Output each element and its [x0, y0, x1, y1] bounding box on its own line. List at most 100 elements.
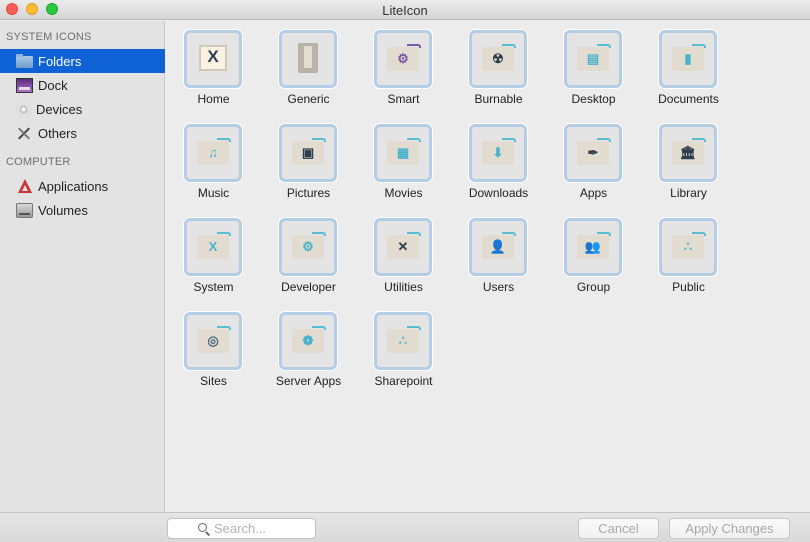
icon-well[interactable]: 👥 [564, 218, 622, 276]
icon-tile-apps[interactable]: ✒ Apps [546, 115, 641, 209]
icon-well[interactable]: ✕ [374, 218, 432, 276]
folder-tab [407, 232, 421, 236]
sidebar-item-devices[interactable]: Devices [0, 97, 165, 121]
folder-tab [407, 138, 421, 142]
folder-tab [217, 326, 231, 330]
icon-tile-downloads[interactable]: ⬇ Downloads [451, 115, 546, 209]
search-input[interactable] [214, 521, 324, 536]
folder-tab [597, 138, 611, 142]
sidebar-item-others[interactable]: Others [0, 121, 165, 145]
icon-well[interactable]: ▤ [564, 30, 622, 88]
icon-tile-label: Sharepoint [374, 374, 433, 388]
icon-well[interactable]: ∴ [374, 312, 432, 370]
icon-well[interactable]: X [184, 218, 242, 276]
sidebar-item-label: Others [38, 125, 78, 141]
icon-tile-label: Server Apps [275, 374, 342, 388]
sidebar-item-label: Devices [36, 101, 83, 117]
sidebar-item-label: Applications [38, 178, 109, 194]
icon-tile-label: Movies [384, 186, 423, 200]
apply-changes-button[interactable]: Apply Changes [669, 518, 790, 539]
folder-tab [312, 138, 326, 142]
share-dots-icon: ∴ [387, 326, 421, 353]
sidebar-item-volumes[interactable]: Volumes [0, 198, 165, 222]
icon-tile-pictures[interactable]: ▣ Pictures [261, 115, 356, 209]
desktop-window-icon: ▤ [577, 44, 611, 71]
icon-tile-utilities[interactable]: ✕ Utilities [356, 209, 451, 303]
folder-tab [217, 232, 231, 236]
icon-tile-desktop[interactable]: ▤ Desktop [546, 21, 641, 115]
icon-tile-home[interactable]: X Home [166, 21, 261, 115]
icon-tile-system[interactable]: X System [166, 209, 261, 303]
generic-folder-icon [298, 43, 318, 73]
share-dots-glyph: ∴ [683, 239, 693, 254]
document-icon: ▮ [672, 44, 706, 71]
icon-tile-developer[interactable]: ⚙ Developer [261, 209, 356, 303]
icon-tile-music[interactable]: ♫ Music [166, 115, 261, 209]
folder-tab [692, 44, 706, 48]
title-bar: LiteIcon [0, 0, 810, 20]
folder-tab [312, 232, 326, 236]
icon-well[interactable]: ❁ [279, 312, 337, 370]
wrench-screwdriver-glyph: ✕ [397, 239, 409, 254]
icon-tile-smart[interactable]: ⚙ Smart [356, 21, 451, 115]
icon-well[interactable]: ∴ [659, 218, 717, 276]
user-glyph: 👤 [489, 239, 507, 254]
icon-tile-label: Generic [287, 92, 330, 106]
icon-tile-label: Public [672, 280, 705, 294]
down-arrow-glyph: ⬇ [492, 145, 504, 160]
gear-icon: ⚙ [387, 44, 421, 71]
folder-icon [16, 54, 33, 68]
folder-tab [312, 326, 326, 330]
folder-tab [502, 138, 516, 142]
icon-tile-documents[interactable]: ▮ Documents [641, 21, 736, 115]
icon-well[interactable] [279, 30, 337, 88]
sidebar: SYSTEM ICONS Folders Dock Devices Others… [0, 21, 165, 512]
system-x-glyph: X [208, 239, 218, 254]
folder-tab [597, 232, 611, 236]
icon-tile-public[interactable]: ∴ Public [641, 209, 736, 303]
cancel-button[interactable]: Cancel [578, 518, 659, 539]
icon-well[interactable]: 👤 [469, 218, 527, 276]
icon-tile-label: System [193, 280, 234, 294]
icon-tile-label: Library [670, 186, 707, 200]
icon-tile-server-apps[interactable]: ❁ Server Apps [261, 303, 356, 397]
globe-icon: ◎ [197, 326, 231, 353]
tools-icon [16, 126, 33, 141]
icon-tile-group[interactable]: 👥 Group [546, 209, 641, 303]
icon-well[interactable]: ◎ [184, 312, 242, 370]
icon-well[interactable]: ☢ [469, 30, 527, 88]
system-x-icon: X [197, 232, 231, 259]
clapperboard-icon: ▦ [387, 138, 421, 165]
folder-tab [502, 44, 516, 48]
icon-well[interactable]: ⚙ [374, 30, 432, 88]
icon-well[interactable]: ⚙ [279, 218, 337, 276]
radiation-icon: ☢ [482, 44, 516, 71]
sidebar-item-folders[interactable]: Folders [0, 49, 165, 73]
icon-well[interactable]: ▣ [279, 124, 337, 182]
icon-well[interactable]: X [184, 30, 242, 88]
icon-well[interactable]: ▮ [659, 30, 717, 88]
icon-grid: X Home Generic ⚙ Smart ☢ Burnable ▤ Desktop ▮ Docu… [166, 21, 810, 512]
icon-well[interactable]: 🏛 [659, 124, 717, 182]
icon-tile-library[interactable]: 🏛 Library [641, 115, 736, 209]
folder-tab [502, 232, 516, 236]
icon-tile-burnable[interactable]: ☢ Burnable [451, 21, 546, 115]
pen-nib-icon: ✒ [577, 138, 611, 165]
icon-tile-movies[interactable]: ▦ Movies [356, 115, 451, 209]
sidebar-item-dock[interactable]: Dock [0, 73, 165, 97]
icon-tile-sites[interactable]: ◎ Sites [166, 303, 261, 397]
icon-tile-label: Utilities [384, 280, 423, 294]
clapperboard-glyph: ▦ [396, 145, 410, 160]
icon-tile-generic[interactable]: Generic [261, 21, 356, 115]
icon-tile-sharepoint[interactable]: ∴ Sharepoint [356, 303, 451, 397]
icon-well[interactable]: ✒ [564, 124, 622, 182]
sidebar-item-applications[interactable]: Applications [0, 174, 165, 198]
desktop-window-glyph: ▤ [586, 51, 600, 66]
icon-well[interactable]: ▦ [374, 124, 432, 182]
dock-icon [16, 77, 33, 93]
icon-tile-users[interactable]: 👤 Users [451, 209, 546, 303]
picture-icon: ▣ [292, 138, 326, 165]
search-field[interactable] [167, 518, 324, 539]
icon-well[interactable]: ⬇ [469, 124, 527, 182]
icon-well[interactable]: ♫ [184, 124, 242, 182]
